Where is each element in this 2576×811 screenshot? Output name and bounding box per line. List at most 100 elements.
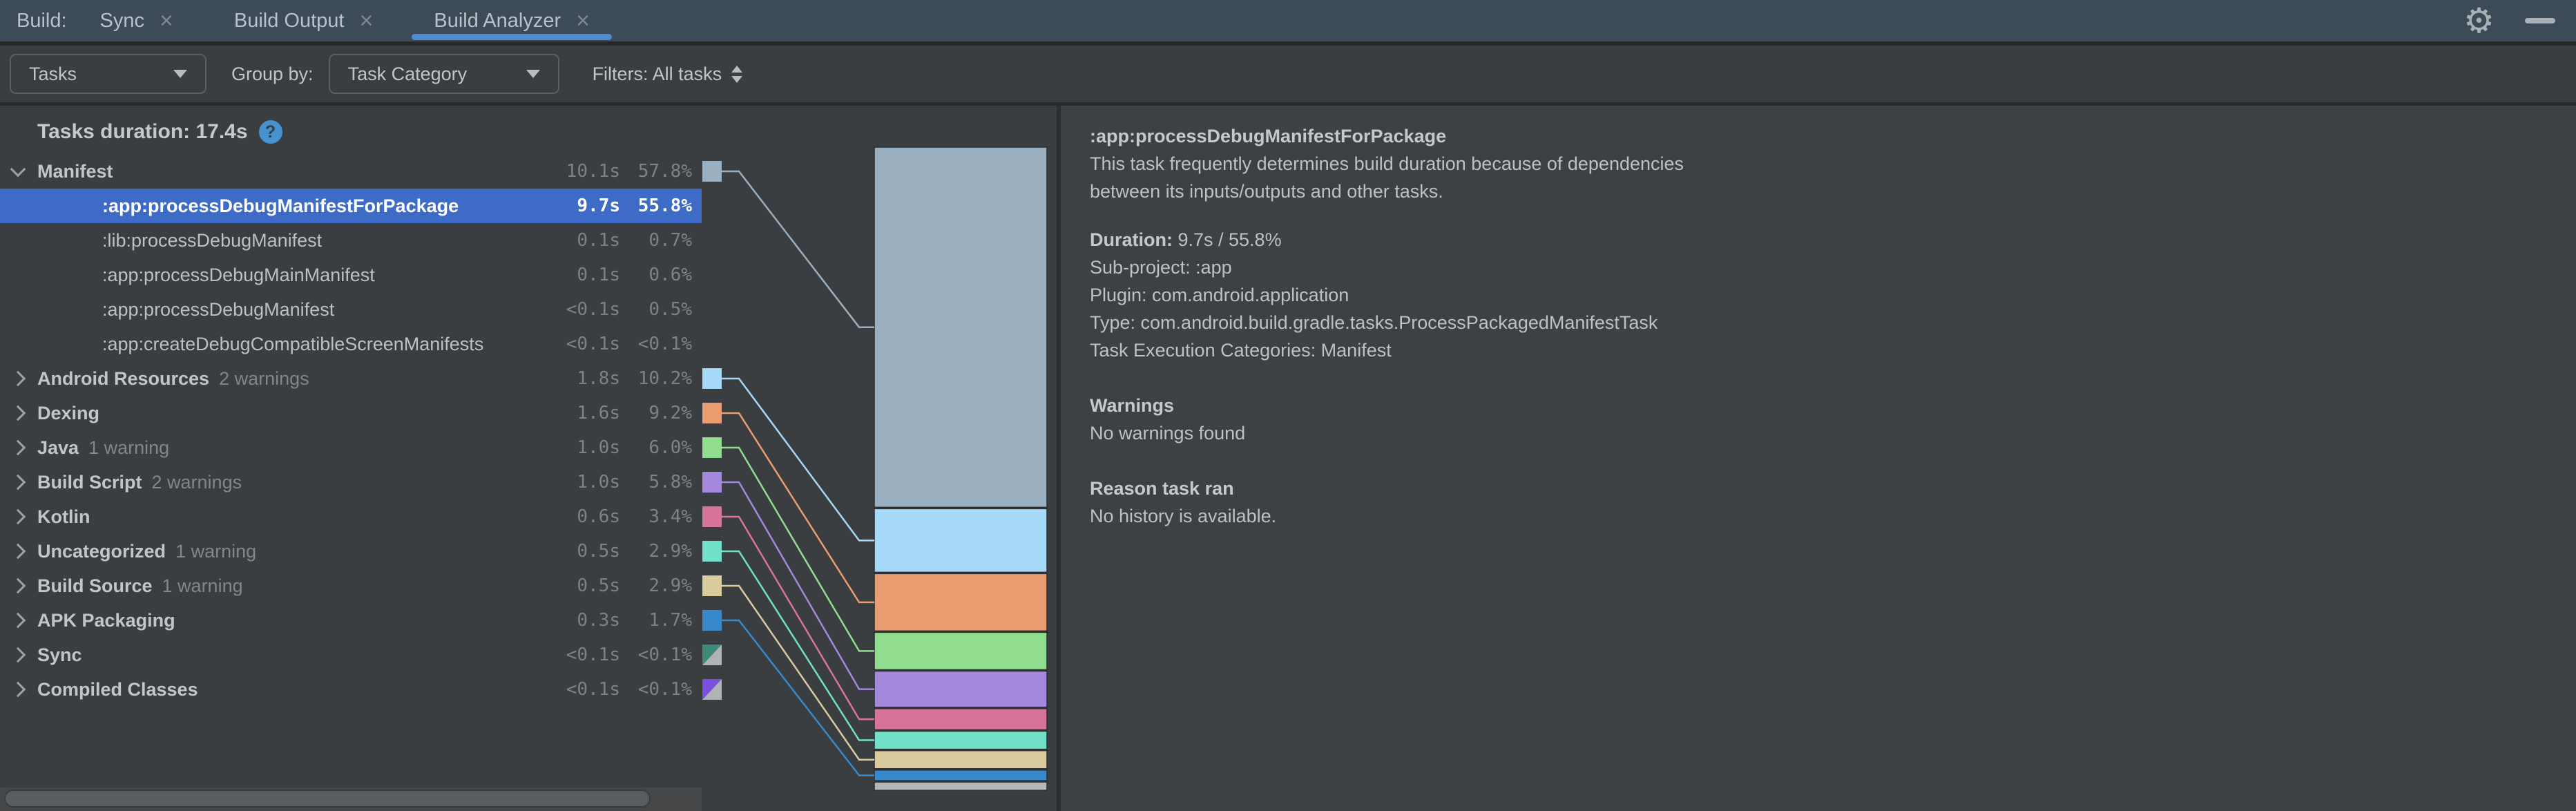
chevron-collapsed-icon[interactable] [10, 406, 26, 421]
tree-row[interactable]: Dexing1.6s9.2% [0, 396, 702, 430]
warnings-count: 1 warning [175, 541, 256, 562]
tabbar-actions: ⚙ [2463, 0, 2555, 41]
row-text: :lib:processDebugManifest [102, 223, 555, 258]
task-label: :lib:processDebugManifest [102, 230, 322, 251]
tree-row[interactable]: :app:processDebugMainManifest0.1s0.6% [0, 258, 702, 292]
row-text: :app:createDebugCompatibleScreenManifest… [102, 327, 555, 361]
chart-connector-line [722, 482, 874, 689]
chevron-expanded-icon[interactable] [10, 162, 26, 178]
tree-row[interactable]: Kotlin0.6s3.4% [0, 499, 702, 534]
task-percent: 0.5% [581, 292, 692, 327]
tasks-tree: Manifest10.1s57.8%:app:processDebugManif… [0, 154, 702, 707]
bar-segment[interactable] [874, 709, 1047, 730]
close-icon[interactable]: × [360, 9, 374, 32]
bar-segment[interactable] [874, 632, 1047, 669]
reason-block: Reason task ran No history is available. [1090, 475, 2576, 530]
help-icon[interactable]: ? [259, 120, 282, 144]
tree-row[interactable]: APK Packaging0.3s1.7% [0, 603, 702, 638]
task-percent: 57.8% [581, 154, 692, 189]
scrollbar-thumb[interactable] [4, 790, 651, 808]
minimize-icon[interactable] [2525, 18, 2555, 23]
category-chip [702, 541, 722, 562]
bar-segment[interactable] [874, 751, 1047, 769]
task-percent: 2.9% [581, 534, 692, 569]
chevron-collapsed-icon[interactable] [10, 647, 26, 663]
tree-row[interactable]: Build Source1 warning0.5s2.9% [0, 569, 702, 603]
task-label: Compiled Classes [37, 679, 198, 700]
task-percent: 9.2% [581, 396, 692, 430]
task-duration-chart[interactable] [702, 106, 1057, 811]
chevron-collapsed-icon[interactable] [10, 682, 26, 698]
task-percent: 55.8% [581, 189, 692, 223]
chevron-collapsed-icon[interactable] [10, 475, 26, 490]
row-text: :app:processDebugMainManifest [102, 258, 555, 292]
task-percent: <0.1% [581, 638, 692, 672]
row-text: :app:processDebugManifestForPackage [102, 189, 555, 223]
tree-row[interactable]: :app:processDebugManifestForPackage9.7s5… [0, 189, 702, 223]
task-label: :app:processDebugManifestForPackage [102, 195, 459, 217]
task-label: :app:processDebugMainManifest [102, 265, 375, 286]
tree-row[interactable]: Java1 warning1.0s6.0% [0, 430, 702, 465]
tab-label: Build Output [234, 10, 345, 32]
warnings-text: No warnings found [1090, 419, 2576, 447]
chart-connector-line [722, 448, 874, 651]
bar-segment[interactable] [874, 770, 1047, 781]
main-area: Tasks duration: 17.4s ? Manifest10.1s57.… [0, 106, 2576, 811]
bar-segment-remainder[interactable] [874, 782, 1047, 790]
task-percent: 0.7% [581, 223, 692, 258]
tasks-duration-text: Tasks duration: 17.4s [37, 120, 248, 144]
tree-row[interactable]: :lib:processDebugManifest0.1s0.7% [0, 223, 702, 258]
gear-icon[interactable]: ⚙ [2463, 0, 2495, 41]
tabs: Sync×Build Output×Build Analyzer× [78, 0, 628, 41]
tree-row[interactable]: Build Script2 warnings1.0s5.8% [0, 465, 702, 499]
task-label: Android Resources [37, 368, 209, 390]
bar-segment[interactable] [874, 671, 1047, 707]
bar-segment[interactable] [874, 573, 1047, 631]
tab-sync[interactable]: Sync× [78, 0, 195, 41]
task-label: Sync [37, 645, 82, 666]
warnings-count: 2 warnings [219, 368, 309, 390]
tree-row[interactable]: Manifest10.1s57.8% [0, 154, 702, 189]
row-text: Compiled Classes [37, 672, 555, 707]
horizontal-scrollbar[interactable] [0, 788, 702, 811]
task-title: :app:processDebugManifestForPackage [1090, 122, 2576, 150]
filters-spinner-icon [731, 66, 742, 83]
task-duration-line: Duration: 9.7s / 55.8% [1090, 226, 2576, 254]
tree-row[interactable]: Sync<0.1s<0.1% [0, 638, 702, 672]
chevron-collapsed-icon[interactable] [10, 544, 26, 560]
tool-window-tabbar: Build: Sync×Build Output×Build Analyzer×… [0, 0, 2576, 41]
task-label: Manifest [37, 161, 113, 182]
task-label: APK Packaging [37, 610, 175, 631]
build-analyzer-window: Build: Sync×Build Output×Build Analyzer×… [0, 0, 2576, 811]
filters-control[interactable]: Filters: All tasks [593, 64, 743, 85]
tab-build-analyzer[interactable]: Build Analyzer× [412, 0, 612, 41]
task-info-block: Duration: 9.7s / 55.8% Sub-project: :app… [1090, 226, 2576, 364]
row-text: Build Script2 warnings [37, 465, 555, 499]
tree-row[interactable]: Uncategorized1 warning0.5s2.9% [0, 534, 702, 569]
group-by-select-value: Task Category [348, 64, 468, 85]
bar-segment[interactable] [874, 147, 1047, 507]
category-chip [702, 368, 722, 389]
chevron-collapsed-icon[interactable] [10, 578, 26, 594]
close-icon[interactable]: × [576, 9, 590, 32]
view-select[interactable]: Tasks [10, 54, 206, 94]
tab-build-output[interactable]: Build Output × [212, 0, 395, 41]
chevron-collapsed-icon[interactable] [10, 371, 26, 387]
chevron-collapsed-icon[interactable] [10, 613, 26, 629]
row-text: Dexing [37, 396, 555, 430]
tree-row[interactable]: Compiled Classes<0.1s<0.1% [0, 672, 702, 707]
bar-segment[interactable] [874, 731, 1047, 749]
tree-row[interactable]: Android Resources2 warnings1.8s10.2% [0, 361, 702, 396]
tool-window-title: Build: [17, 10, 67, 32]
group-by-select[interactable]: Task Category [329, 54, 559, 94]
chevron-collapsed-icon[interactable] [10, 509, 26, 525]
close-icon[interactable]: × [160, 9, 173, 32]
tree-row[interactable]: :app:processDebugManifest<0.1s0.5% [0, 292, 702, 327]
bar-segment[interactable] [874, 508, 1047, 572]
row-text: Build Source1 warning [37, 569, 555, 603]
tree-row[interactable]: :app:createDebugCompatibleScreenManifest… [0, 327, 702, 361]
chevron-collapsed-icon[interactable] [10, 440, 26, 456]
row-text: Android Resources 2 warnings [37, 361, 555, 396]
row-text: Sync [37, 638, 555, 672]
warnings-count: 1 warning [162, 575, 243, 597]
